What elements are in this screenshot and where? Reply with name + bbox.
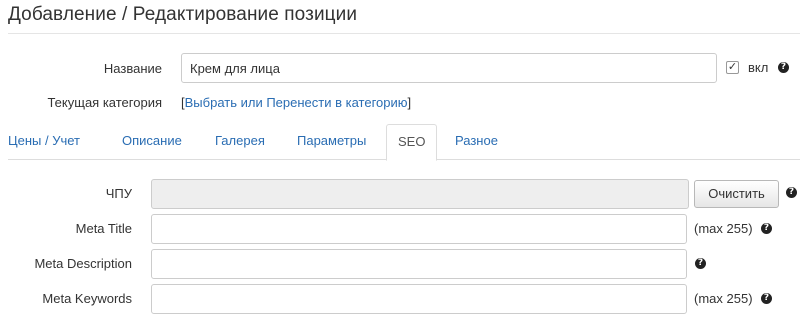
help-icon[interactable]: ? [695, 258, 706, 269]
tab-misc[interactable]: Разное [444, 124, 509, 160]
category-label: Текущая категория [47, 95, 162, 110]
help-icon[interactable]: ? [778, 62, 789, 73]
help-icon[interactable]: ? [786, 187, 797, 198]
bracket-close: ] [407, 95, 412, 110]
tab-parameters[interactable]: Параметры [286, 124, 377, 160]
slug-label: ЧПУ [105, 186, 132, 201]
name-input[interactable] [181, 53, 717, 83]
category-select-link[interactable]: Выбрать или Перенести в категорию [185, 95, 408, 110]
meta-keywords-max-note: (max 255) [694, 291, 753, 306]
meta-title-label: Meta Title [75, 221, 132, 236]
meta-title-input[interactable] [151, 214, 687, 244]
tab-prices[interactable]: Цены / Учет [0, 124, 91, 160]
meta-title-max-note: (max 255) [694, 221, 753, 236]
tab-bar: Цены / Учет Описание Галерея Параметры S… [8, 124, 800, 161]
meta-keywords-label: Meta Keywords [42, 291, 132, 306]
meta-description-input[interactable] [151, 249, 687, 279]
meta-description-label: Meta Description [34, 256, 132, 271]
name-label: Название [103, 61, 162, 76]
title-divider [8, 33, 800, 34]
meta-keywords-input[interactable] [151, 284, 687, 314]
clear-slug-button[interactable]: Очистить [694, 180, 779, 208]
enabled-checkbox[interactable]: ✓ [726, 61, 739, 74]
help-icon[interactable]: ? [761, 293, 772, 304]
tab-description[interactable]: Описание [111, 124, 193, 160]
enabled-label: вкл [748, 60, 769, 75]
category-link-wrapper: [Выбрать или Перенести в категорию] [181, 95, 411, 110]
help-icon[interactable]: ? [761, 223, 772, 234]
tab-seo[interactable]: SEO [386, 124, 438, 161]
slug-input[interactable] [151, 179, 689, 209]
tab-gallery[interactable]: Галерея [204, 124, 276, 160]
page-title: Добавление / Редактирование позиции [8, 4, 358, 25]
